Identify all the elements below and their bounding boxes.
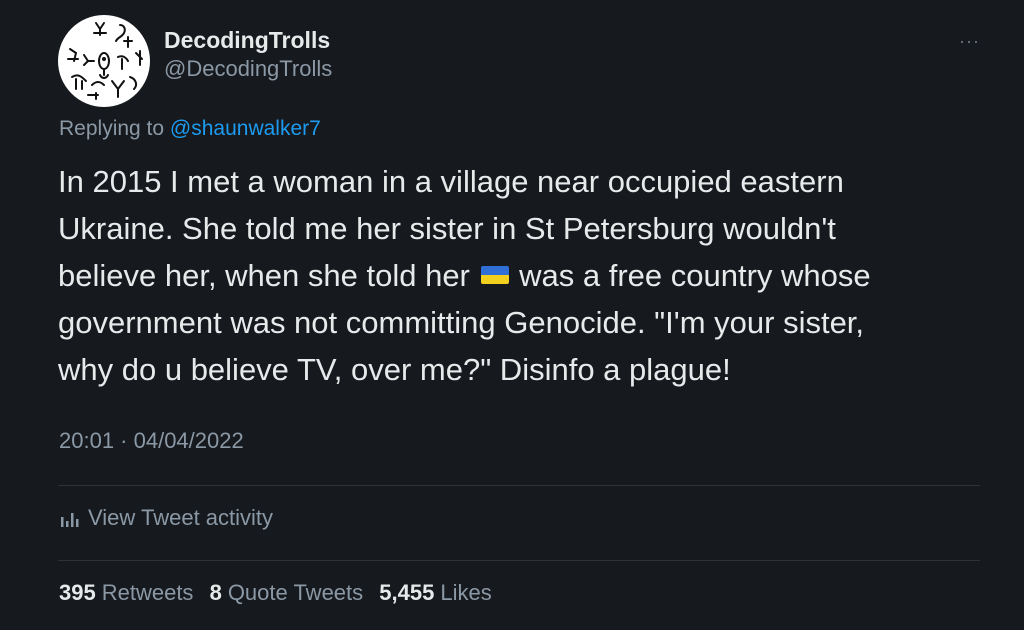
ukraine-flag-icon — [480, 266, 509, 284]
tweet-timestamp[interactable]: 20:01 · 04/04/2022 — [59, 428, 244, 454]
tweet-text-line: In 2015 I met a woman in a village near … — [58, 164, 844, 199]
replying-to: Replying to @shaunwalker7 — [59, 117, 321, 141]
avatar[interactable] — [58, 15, 150, 107]
replying-to-label: Replying to — [59, 117, 170, 140]
tweet-text-line: Ukraine. She told me her sister in St Pe… — [58, 211, 836, 246]
likes-count: 5,455 — [379, 580, 435, 605]
tweet-detail: DecodingTrolls @DecodingTrolls ··· Reply… — [0, 0, 1024, 630]
view-tweet-activity-button[interactable]: View Tweet activity — [60, 505, 273, 531]
quote-tweets-stat[interactable]: 8 Quote Tweets — [210, 580, 364, 605]
likes-stat[interactable]: 5,455 Likes — [379, 580, 491, 605]
tweet-text-line: why do u believe TV, over me?" Disinfo a… — [58, 352, 731, 387]
tweet-text: In 2015 I met a woman in a village near … — [58, 158, 998, 393]
tweet-text-fragment: was a free country whose — [510, 258, 871, 293]
divider — [58, 560, 980, 561]
rock-art-avatar-icon — [67, 22, 143, 100]
tweet-text-line: government was not committing Genocide. … — [58, 305, 865, 340]
more-options-icon[interactable]: ··· — [959, 32, 980, 50]
view-tweet-activity-label: View Tweet activity — [88, 505, 274, 530]
retweets-stat[interactable]: 395 Retweets — [59, 580, 193, 605]
analytics-bars-icon — [61, 513, 79, 527]
tweet-text-line: believe her, when she told her was a fre… — [58, 252, 998, 299]
quote-tweets-label: Quote Tweets — [227, 580, 364, 605]
retweets-label: Retweets — [101, 580, 194, 605]
tweet-header: DecodingTrolls @DecodingTrolls — [58, 14, 332, 108]
retweets-count: 395 — [59, 580, 96, 605]
likes-label: Likes — [440, 580, 492, 605]
reply-mention-link[interactable]: @shaunwalker7 — [170, 117, 321, 140]
tweet-stats: 395 Retweets 8 Quote Tweets 5,455 Likes — [59, 580, 502, 606]
author-names: DecodingTrolls @DecodingTrolls — [164, 15, 332, 107]
display-name[interactable]: DecodingTrolls — [164, 25, 332, 55]
user-handle[interactable]: @DecodingTrolls — [164, 55, 332, 83]
divider — [58, 485, 980, 486]
tweet-text-fragment: believe her, when she told her — [58, 258, 479, 293]
quote-tweets-count: 8 — [209, 580, 222, 605]
